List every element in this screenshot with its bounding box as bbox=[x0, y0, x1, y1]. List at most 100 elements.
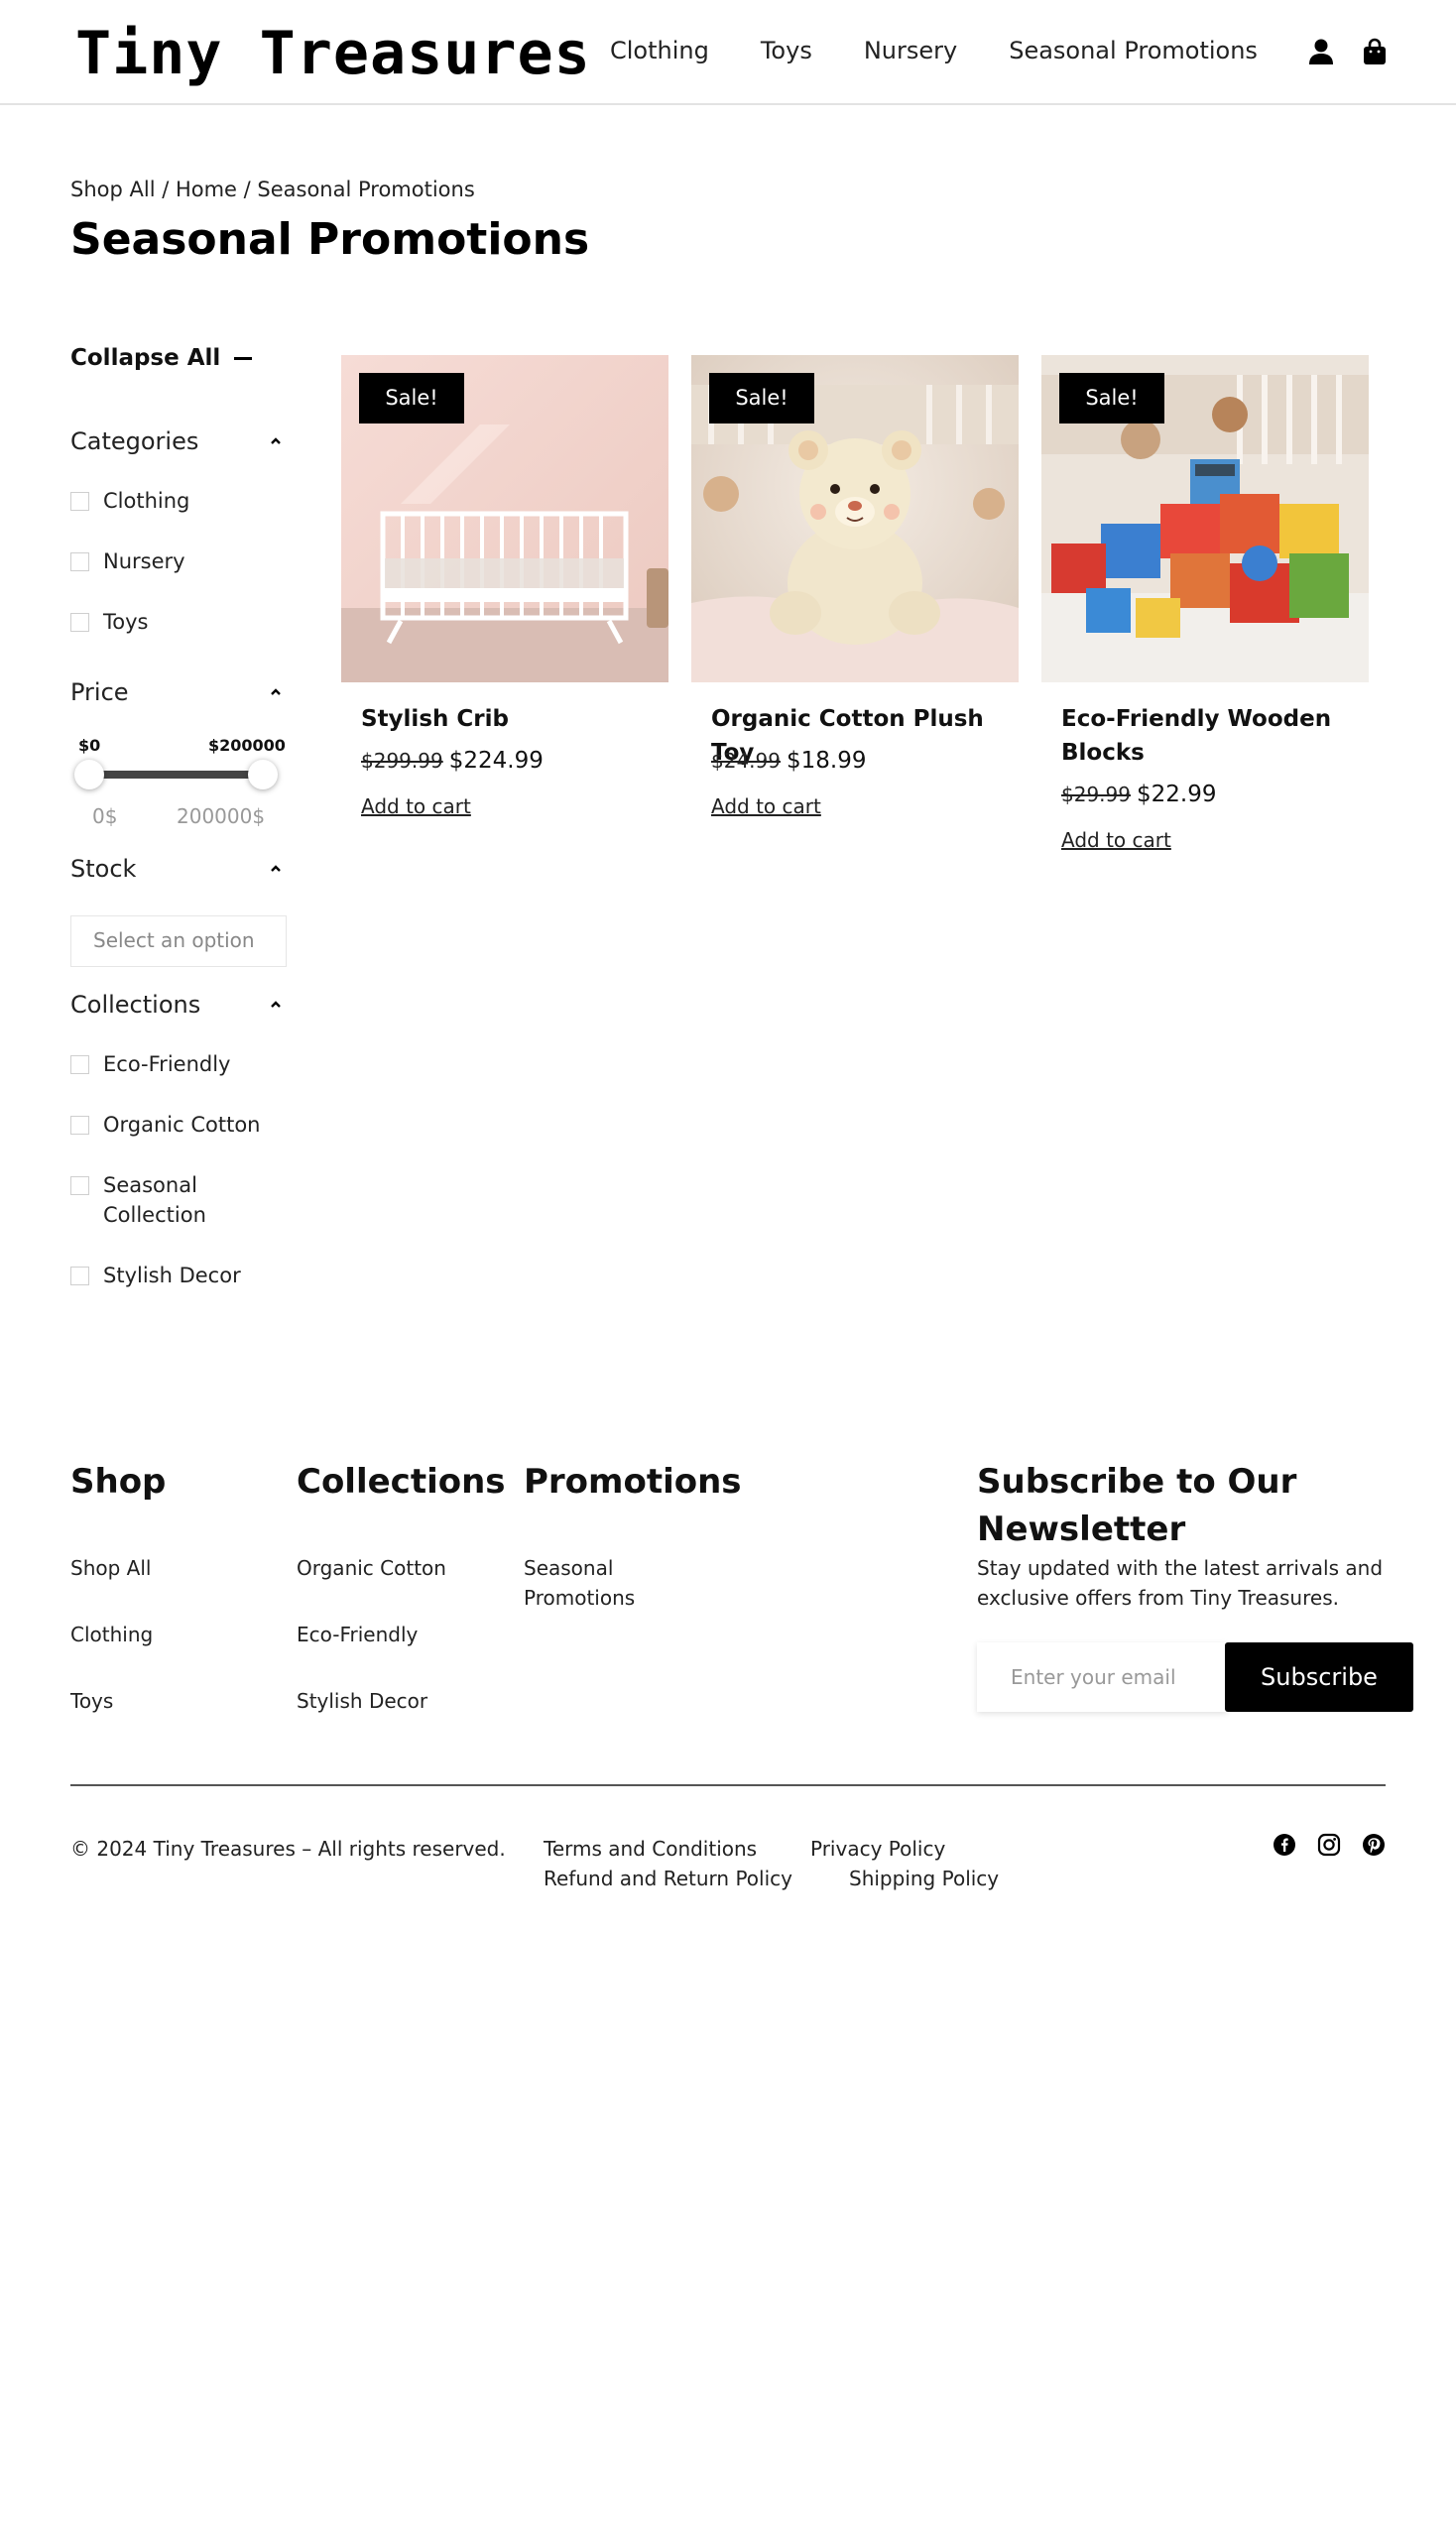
sale-badge: Sale! bbox=[359, 373, 464, 423]
stock-select[interactable]: Select an option bbox=[70, 915, 287, 967]
add-to-cart-button[interactable]: Add to cart bbox=[361, 791, 471, 821]
filter-option-label: Clothing bbox=[103, 489, 190, 513]
pinterest-icon[interactable] bbox=[1362, 1833, 1386, 1857]
shopping-bag-icon[interactable] bbox=[1361, 38, 1389, 65]
filter-option-label: Stylish Decor bbox=[103, 1264, 241, 1287]
price-max-label: $200000 bbox=[208, 736, 286, 755]
sale-badge: Sale! bbox=[709, 373, 814, 423]
collapse-all-label: Collapse All bbox=[70, 345, 221, 371]
newsletter-email-input[interactable] bbox=[977, 1642, 1227, 1712]
filter-collections-title: Collections bbox=[70, 991, 201, 1019]
chevron-up-icon bbox=[271, 865, 281, 872]
filter-categories-header[interactable]: Categories bbox=[70, 422, 291, 461]
filter-option-label: Organic Cotton bbox=[103, 1113, 261, 1137]
product-price: $24.99 $18.99 bbox=[711, 744, 866, 778]
price-min-label: $0 bbox=[78, 736, 101, 755]
add-to-cart-button[interactable]: Add to cart bbox=[711, 791, 821, 821]
product-image[interactable]: Sale! bbox=[1041, 355, 1369, 682]
footer-link-shop-all[interactable]: Shop All bbox=[70, 1553, 151, 1583]
filter-option-label: Nursery bbox=[103, 549, 185, 573]
page-title: Seasonal Promotions bbox=[70, 214, 590, 265]
nav-clothing[interactable]: Clothing bbox=[610, 34, 709, 67]
footer-link-clothing[interactable]: Clothing bbox=[70, 1620, 153, 1649]
filter-option-eco-friendly[interactable]: Eco-Friendly bbox=[70, 1049, 291, 1079]
checkbox[interactable] bbox=[70, 552, 89, 571]
newsletter-title: Subscribe to Our Newsletter bbox=[977, 1462, 1297, 1549]
price-min-output: 0$ bbox=[92, 804, 118, 828]
filter-price-header[interactable]: Price bbox=[70, 672, 291, 712]
filter-option-label: Toys bbox=[103, 610, 149, 634]
product-old-price: $24.99 bbox=[711, 749, 781, 773]
footer-link-organic-cotton[interactable]: Organic Cotton bbox=[297, 1553, 446, 1583]
terms-link[interactable]: Terms and Conditions bbox=[544, 1834, 757, 1864]
product-sale-price: $18.99 bbox=[786, 748, 867, 774]
add-to-cart-button[interactable]: Add to cart bbox=[1061, 825, 1171, 855]
minus-icon bbox=[234, 356, 253, 360]
product-image[interactable]: Sale! bbox=[691, 355, 1019, 682]
checkbox[interactable] bbox=[70, 613, 89, 632]
filter-option-toys[interactable]: Toys bbox=[70, 607, 291, 637]
footer-shop-title: Shop bbox=[70, 1462, 167, 1502]
chevron-up-icon bbox=[271, 437, 281, 444]
price-slider-max-handle[interactable] bbox=[248, 760, 278, 789]
refund-policy-link[interactable]: Refund and Return Policy bbox=[544, 1864, 792, 1893]
product-sale-price: $224.99 bbox=[448, 748, 544, 774]
facebook-icon[interactable] bbox=[1273, 1833, 1296, 1857]
product-name[interactable]: Eco-Friendly Wooden Blocks bbox=[1061, 702, 1369, 770]
product-image[interactable]: Sale! bbox=[341, 355, 668, 682]
product-card-wooden-blocks: Sale! Eco-Friendly Wooden Blocks $29.99 $… bbox=[1041, 355, 1369, 852]
footer-link-eco-friendly[interactable]: Eco-Friendly bbox=[297, 1620, 418, 1649]
price-slider-min-handle[interactable] bbox=[74, 760, 104, 789]
subscribe-button[interactable]: Subscribe bbox=[1225, 1642, 1413, 1712]
copyright-text: © 2024 Tiny Treasures – All rights reser… bbox=[70, 1837, 506, 1861]
main-nav: Clothing Toys Nursery Seasonal Promotion… bbox=[610, 34, 1309, 67]
checkbox[interactable] bbox=[70, 1267, 89, 1285]
product-price: $299.99 $224.99 bbox=[361, 744, 544, 778]
footer-link-seasonal-promotions[interactable]: Seasonal Promotions bbox=[524, 1553, 663, 1613]
filter-categories-title: Categories bbox=[70, 427, 199, 455]
checkbox[interactable] bbox=[70, 1176, 89, 1195]
filter-option-organic-cotton[interactable]: Organic Cotton bbox=[70, 1110, 291, 1140]
checkbox[interactable] bbox=[70, 1116, 89, 1135]
checkbox[interactable] bbox=[70, 492, 89, 511]
price-max-output: 200000$ bbox=[177, 804, 266, 828]
collapse-all-button[interactable]: Collapse All bbox=[70, 337, 253, 379]
filter-option-seasonal-collection[interactable]: Seasonal Collection bbox=[70, 1170, 229, 1230]
nav-toys[interactable]: Toys bbox=[761, 34, 812, 67]
filter-collections-header[interactable]: Collections bbox=[70, 985, 291, 1025]
footer-divider bbox=[70, 1784, 1386, 1786]
filter-option-nursery[interactable]: Nursery bbox=[70, 546, 291, 576]
footer-collections-title: Collections bbox=[297, 1462, 506, 1502]
shipping-policy-link[interactable]: Shipping Policy bbox=[849, 1864, 999, 1893]
nav-nursery[interactable]: Nursery bbox=[864, 34, 957, 67]
privacy-policy-link[interactable]: Privacy Policy bbox=[810, 1834, 945, 1864]
breadcrumb[interactable]: Shop All / Home / Seasonal Promotions bbox=[70, 175, 475, 204]
filter-option-clothing[interactable]: Clothing bbox=[70, 486, 291, 516]
footer-link-toys[interactable]: Toys bbox=[70, 1686, 113, 1716]
site-logo[interactable]: Tiny Treasures bbox=[75, 20, 591, 87]
footer-promotions-title: Promotions bbox=[524, 1462, 742, 1502]
checkbox[interactable] bbox=[70, 1055, 89, 1074]
product-name[interactable]: Stylish Crib bbox=[361, 702, 668, 736]
chevron-up-icon bbox=[271, 688, 281, 695]
filter-option-stylish-decor[interactable]: Stylish Decor bbox=[70, 1261, 291, 1290]
product-old-price: $29.99 bbox=[1061, 783, 1131, 806]
product-card-plush-toy: Sale! Organic Cotton Plush Toy $24.99 $18… bbox=[691, 355, 1019, 818]
price-slider-track[interactable] bbox=[88, 771, 261, 779]
instagram-icon[interactable] bbox=[1317, 1833, 1341, 1857]
filter-price-title: Price bbox=[70, 678, 129, 706]
product-sale-price: $22.99 bbox=[1136, 782, 1217, 807]
chevron-up-icon bbox=[271, 1001, 281, 1008]
nav-seasonal-promotions[interactable]: Seasonal Promotions bbox=[1009, 34, 1258, 67]
sale-badge: Sale! bbox=[1059, 373, 1164, 423]
filter-option-label: Seasonal Collection bbox=[103, 1173, 206, 1227]
product-price: $29.99 $22.99 bbox=[1061, 778, 1216, 811]
filter-stock-header[interactable]: Stock bbox=[70, 849, 291, 889]
product-old-price: $299.99 bbox=[361, 749, 443, 773]
site-header: Tiny Treasures Clothing Toys Nursery Sea… bbox=[0, 0, 1456, 105]
filter-stock-title: Stock bbox=[70, 855, 137, 883]
footer-link-stylish-decor[interactable]: Stylish Decor bbox=[297, 1686, 427, 1716]
product-card-stylish-crib: Sale! Stylish Crib $299.99 $224.99 Add to… bbox=[341, 355, 668, 818]
user-icon[interactable] bbox=[1307, 38, 1335, 65]
newsletter-description: Stay updated with the latest arrivals an… bbox=[977, 1556, 1384, 1610]
